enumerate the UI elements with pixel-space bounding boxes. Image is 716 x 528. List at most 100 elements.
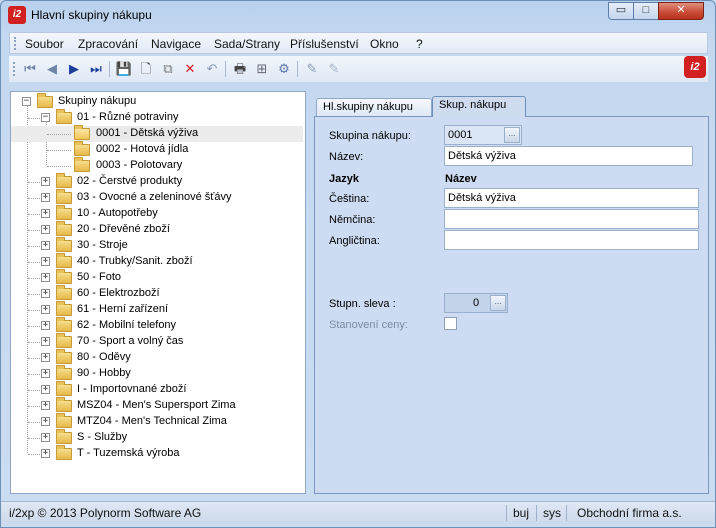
lookup-button[interactable]: ...	[490, 295, 506, 311]
tab-hl-skupiny[interactable]: Hl.skupiny nákupu	[316, 98, 432, 117]
lang-english-field[interactable]	[444, 230, 699, 250]
tree-item[interactable]: + 30 - Stroje	[11, 237, 301, 254]
folder-icon	[56, 253, 72, 268]
tree-item-selected[interactable]: 0001 - Dětská výživa	[11, 125, 303, 142]
tree-item-label: S - Služby	[77, 431, 128, 443]
tree-item[interactable]: − 01 - Různé potraviny	[11, 109, 301, 126]
edit-icon[interactable]: ✎	[303, 60, 321, 78]
name-field[interactable]: Dětská výživa	[444, 146, 693, 166]
new-icon[interactable]: 🗋	[137, 60, 155, 78]
menu-soubor[interactable]: Soubor	[25, 37, 64, 51]
expand-icon[interactable]: +	[41, 433, 50, 442]
tree-item[interactable]: + 70 - Sport a volný čas	[11, 333, 301, 350]
tree-item[interactable]: + MTZ04 - Men's Technical Zima	[11, 413, 301, 430]
group-field[interactable]: 0001 ...	[444, 125, 522, 145]
tree-item[interactable]: + 50 - Foto	[11, 269, 301, 286]
tree-item[interactable]: + 03 - Ovocné a zeleninové šťávy	[11, 189, 301, 206]
tree-item[interactable]: 0002 - Hotová jídla	[11, 141, 301, 158]
group-tree[interactable]: − Skupiny nákupu − 01 - Různé potraviny …	[10, 91, 306, 494]
tree-item-label: 70 - Sport a volný čas	[77, 335, 184, 347]
prev-record-icon[interactable]: ◀	[43, 60, 61, 78]
folder-icon	[56, 317, 72, 332]
copy-icon[interactable]: ⧉	[159, 60, 177, 78]
expand-icon[interactable]: +	[41, 449, 50, 458]
menu-sada-strany[interactable]: Sada/Strany	[214, 37, 280, 51]
maximize-button[interactable]: □	[633, 2, 659, 20]
next-record-icon[interactable]: ▶	[65, 60, 83, 78]
status-bar: i/2xp © 2013 Polynorm Software AG buj sy…	[1, 501, 715, 523]
tree-item[interactable]: + 02 - Čerstvé produkty	[11, 173, 301, 190]
tree-item[interactable]: + 90 - Hobby	[11, 365, 301, 382]
lang-english-label: Angličtina:	[329, 235, 380, 247]
undo-icon[interactable]: ↶	[203, 60, 221, 78]
tree-root[interactable]: − Skupiny nákupu	[11, 93, 301, 110]
app-logo-icon: i2	[8, 6, 26, 24]
expand-icon[interactable]: +	[41, 305, 50, 314]
tree-item-label: 01 - Různé potraviny	[77, 111, 179, 123]
tree-item[interactable]: + 60 - Elektrozboží	[11, 285, 301, 302]
lang-german-field[interactable]	[444, 209, 699, 229]
menu-zpracovani[interactable]: Zpracování	[78, 37, 138, 51]
tree-item[interactable]: 0003 - Polotovary	[11, 157, 301, 174]
tree-item[interactable]: + S - Služby	[11, 429, 301, 446]
tab-skup-nakupu[interactable]: Skup. nákupu	[432, 96, 526, 117]
save-icon[interactable]: 💾	[115, 60, 133, 78]
expand-icon[interactable]: +	[41, 193, 50, 202]
tree-item[interactable]: + 40 - Trubky/Sanit. zboží	[11, 253, 301, 270]
lang-czech-field[interactable]: Dětská výživa	[444, 188, 699, 208]
menu-okno[interactable]: Okno	[370, 37, 399, 51]
tree-item[interactable]: + 62 - Mobilní telefony	[11, 317, 301, 334]
title-bar[interactable]: i2 Hlavní skupiny nákupu ▭ □ ✕	[1, 1, 715, 29]
pricing-label: Stanovení ceny:	[329, 319, 408, 331]
tree-item[interactable]: + I - Importovnané zboží	[11, 381, 301, 398]
print-icon[interactable]: 🖶	[231, 60, 249, 78]
folder-icon	[56, 237, 72, 252]
expand-icon[interactable]: +	[41, 241, 50, 250]
tree-item[interactable]: + MSZ04 - Men's Supersport Zima	[11, 397, 301, 414]
expand-icon[interactable]: +	[41, 289, 50, 298]
folder-icon	[56, 365, 72, 380]
delete-icon[interactable]: ✕	[181, 60, 199, 78]
expand-icon[interactable]: +	[41, 401, 50, 410]
discount-label: Stupn. sleva :	[329, 298, 396, 310]
expand-icon[interactable]: +	[41, 417, 50, 426]
tree-item[interactable]: + 20 - Dřevěné zboží	[11, 221, 301, 238]
minimize-button[interactable]: ▭	[608, 2, 634, 20]
expand-icon[interactable]: +	[41, 385, 50, 394]
expand-icon[interactable]: +	[41, 177, 50, 186]
tree-item-label: 61 - Herní zařízení	[77, 303, 169, 315]
expand-icon[interactable]: +	[41, 273, 50, 282]
hierarchy-icon[interactable]: ⊞	[253, 60, 271, 78]
menu-grip-handle[interactable]	[14, 37, 16, 50]
expand-icon[interactable]: +	[41, 369, 50, 378]
lookup-button[interactable]: ...	[504, 127, 520, 143]
tree-item[interactable]: + 61 - Herní zařízení	[11, 301, 301, 318]
expand-icon[interactable]: +	[41, 257, 50, 266]
menu-prislusenstvi[interactable]: Příslušenství	[290, 37, 359, 51]
settings-icon[interactable]: ⚙	[275, 60, 293, 78]
pricing-checkbox[interactable]	[444, 317, 457, 330]
lang-german-label: Němčina:	[329, 214, 376, 226]
close-button[interactable]: ✕	[658, 2, 704, 20]
toolbar: ⏮ ◀ ▶ ⏭ 💾 🗋 ⧉ ✕ ↶ 🖶 ⊞ ⚙ ✎ ✎	[9, 56, 708, 82]
toolbar-grip-handle[interactable]	[13, 62, 15, 76]
tree-item[interactable]: + 80 - Oděvy	[11, 349, 301, 366]
last-record-icon[interactable]: ⏭	[87, 60, 105, 78]
tree-item[interactable]: + 10 - Autopotřeby	[11, 205, 301, 222]
status-mode: buj	[513, 506, 530, 520]
edit-disabled-icon[interactable]: ✎	[325, 60, 343, 78]
brand-logo-icon: i2	[684, 56, 706, 78]
expand-icon[interactable]: +	[41, 225, 50, 234]
tree-item-label: 60 - Elektrozboží	[77, 287, 160, 299]
expand-icon[interactable]: +	[41, 321, 50, 330]
folder-icon	[56, 109, 72, 124]
tree-item[interactable]: + T - Tuzemská výroba	[11, 445, 301, 462]
discount-field[interactable]: 0 ...	[444, 293, 508, 313]
window-title: Hlavní skupiny nákupu	[31, 8, 152, 22]
first-record-icon[interactable]: ⏮	[21, 60, 39, 78]
expand-icon[interactable]: +	[41, 353, 50, 362]
expand-icon[interactable]: +	[41, 209, 50, 218]
menu-navigace[interactable]: Navigace	[151, 37, 201, 51]
menu-help[interactable]: ?	[416, 37, 423, 51]
expand-icon[interactable]: +	[41, 337, 50, 346]
